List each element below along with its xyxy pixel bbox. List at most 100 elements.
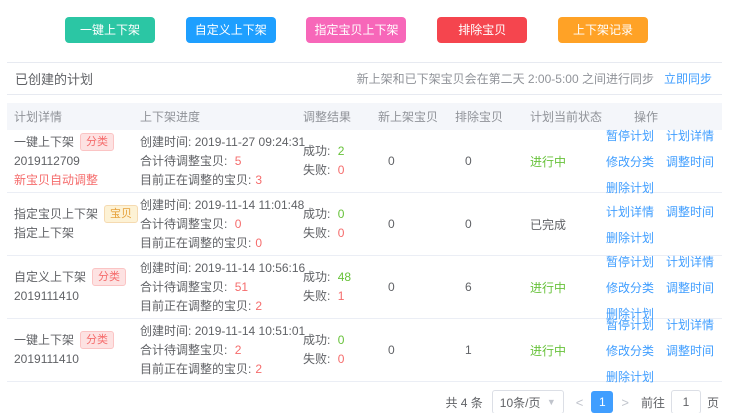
- exclude-items-button[interactable]: 排除宝贝: [437, 17, 527, 43]
- plan-title: 指定宝贝上下架: [14, 207, 98, 221]
- delete-plan-link[interactable]: 删除计划: [606, 368, 654, 385]
- fail-label: 失败:: [303, 352, 330, 366]
- plan-note: 新宝贝自动调整: [14, 171, 140, 190]
- category-tag: 分类: [80, 133, 114, 151]
- goto-page-input[interactable]: [671, 390, 701, 413]
- on-off-shelf-records-button[interactable]: 上下架记录: [558, 17, 648, 43]
- success-value: 48: [338, 270, 351, 284]
- created-time: 2019-11-27 09:24:31: [195, 135, 306, 149]
- fail-label: 失败:: [303, 163, 330, 177]
- excluded-count: 0: [455, 217, 530, 231]
- fail-value: 0: [338, 226, 345, 240]
- plan-id: 2019112709: [14, 152, 140, 171]
- row-operations: 计划详情 调整时间 删除计划: [606, 203, 716, 246]
- panel-header: 已创建的计划 新上架和已下架宝贝会在第二天 2:00-5:00 之间进行同步 立…: [7, 62, 722, 95]
- adjust-time-link[interactable]: 调整时间: [666, 153, 714, 170]
- pause-plan-link[interactable]: 暂停计划: [606, 316, 654, 333]
- delete-plan-link[interactable]: 删除计划: [606, 179, 654, 196]
- delete-plan-link[interactable]: 删除计划: [606, 229, 654, 246]
- goto-page: 前往 页: [641, 390, 719, 413]
- pause-plan-link[interactable]: 暂停计划: [606, 253, 654, 270]
- plan-title: 一键上下架: [14, 135, 74, 149]
- created-time: 2019-11-14 10:56:16: [195, 261, 306, 275]
- total-label: 合计待调整宝贝:: [140, 343, 227, 357]
- row-operations: 暂停计划 计划详情 修改分类 调整时间 删除计划: [606, 127, 716, 196]
- fail-value: 0: [338, 352, 345, 366]
- current-value: 3: [255, 173, 262, 187]
- col-header-plan-detail: 计划详情: [7, 108, 140, 125]
- adjust-time-link[interactable]: 调整时间: [666, 279, 714, 296]
- created-time: 2019-11-14 11:01:48: [195, 198, 305, 212]
- plan-sub: 指定上下架: [14, 224, 140, 243]
- adjust-time-link[interactable]: 调整时间: [666, 203, 714, 220]
- plan-detail-link[interactable]: 计划详情: [606, 203, 654, 220]
- status-badge: 进行中: [530, 344, 566, 358]
- page-size-value: 10条/页: [500, 394, 541, 411]
- excluded-count: 1: [455, 343, 530, 357]
- specify-item-on-off-shelf-button[interactable]: 指定宝贝上下架: [306, 17, 406, 43]
- adjust-time-link[interactable]: 调整时间: [666, 342, 714, 359]
- current-value: 2: [255, 362, 262, 376]
- total-label: 合计待调整宝贝:: [140, 280, 227, 294]
- created-time: 2019-11-14 10:51:01: [195, 324, 306, 338]
- excluded-count: 6: [455, 280, 530, 294]
- edit-category-link[interactable]: 修改分类: [606, 153, 654, 170]
- col-header-status: 计划当前状态: [530, 108, 606, 125]
- table-row: 一键上下架分类 2019111410 创建时间: 2019-11-14 10:5…: [7, 319, 722, 382]
- col-header-progress: 上下架进度: [140, 108, 303, 125]
- status-badge: 已完成: [530, 218, 566, 232]
- current-label: 目前正在调整的宝贝:: [140, 362, 251, 376]
- plan-detail-link[interactable]: 计划详情: [666, 127, 714, 144]
- next-page-icon[interactable]: >: [618, 395, 632, 410]
- custom-on-off-shelf-button[interactable]: 自定义上下架: [186, 17, 276, 43]
- total-value: 51: [235, 280, 248, 294]
- row-operations: 暂停计划 计划详情 修改分类 调整时间 删除计划: [606, 316, 716, 385]
- plan-detail-link[interactable]: 计划详情: [666, 253, 714, 270]
- fail-value: 0: [338, 163, 345, 177]
- plan-detail-link[interactable]: 计划详情: [666, 316, 714, 333]
- prev-page-icon[interactable]: <: [573, 395, 587, 410]
- created-label: 创建时间:: [140, 198, 191, 212]
- col-header-result: 调整结果: [303, 108, 378, 125]
- category-tag: 分类: [80, 331, 114, 349]
- plan-id: 2019111410: [14, 287, 140, 306]
- fail-value: 1: [338, 289, 345, 303]
- fail-label: 失败:: [303, 226, 330, 240]
- new-items-count: 0: [378, 343, 455, 357]
- page-size-select[interactable]: 10条/页 ▼: [492, 390, 564, 413]
- category-tag: 分类: [92, 268, 126, 286]
- success-value: 0: [338, 333, 345, 347]
- plan-id: 2019111410: [14, 350, 140, 369]
- goto-suffix: 页: [707, 394, 719, 411]
- created-label: 创建时间:: [140, 261, 191, 275]
- status-badge: 进行中: [530, 155, 566, 169]
- new-items-count: 0: [378, 280, 455, 294]
- total-count-text: 共 4 条: [445, 394, 482, 411]
- table-row: 自定义上下架分类 2019111410 创建时间: 2019-11-14 10:…: [7, 256, 722, 319]
- pause-plan-link[interactable]: 暂停计划: [606, 127, 654, 144]
- success-label: 成功:: [303, 333, 330, 347]
- col-header-new-items: 新上架宝贝: [378, 108, 455, 125]
- pager: < 1 >: [573, 391, 632, 413]
- pagination: 共 4 条 10条/页 ▼ < 1 > 前往 页: [7, 389, 722, 413]
- panel-title: 已创建的计划: [15, 69, 93, 88]
- sync-now-link[interactable]: 立即同步: [664, 70, 712, 87]
- success-value: 0: [338, 207, 345, 221]
- total-label: 合计待调整宝贝:: [140, 217, 227, 231]
- status-badge: 进行中: [530, 281, 566, 295]
- plan-title: 自定义上下架: [14, 270, 86, 284]
- plans-table: 计划详情 上下架进度 调整结果 新上架宝贝 排除宝贝 计划当前状态 操作 一键上…: [7, 103, 722, 382]
- edit-category-link[interactable]: 修改分类: [606, 342, 654, 359]
- row-operations: 暂停计划 计划详情 修改分类 调整时间 删除计划: [606, 253, 716, 322]
- created-label: 创建时间:: [140, 135, 191, 149]
- current-label: 目前正在调整的宝贝:: [140, 299, 251, 313]
- page-number-button[interactable]: 1: [591, 391, 613, 413]
- new-items-count: 0: [378, 154, 455, 168]
- plan-title: 一键上下架: [14, 333, 74, 347]
- created-label: 创建时间:: [140, 324, 191, 338]
- goto-label: 前往: [641, 394, 665, 411]
- success-value: 2: [338, 144, 345, 158]
- one-key-on-off-shelf-button[interactable]: 一键上下架: [65, 17, 155, 43]
- edit-category-link[interactable]: 修改分类: [606, 279, 654, 296]
- item-tag: 宝贝: [104, 205, 138, 223]
